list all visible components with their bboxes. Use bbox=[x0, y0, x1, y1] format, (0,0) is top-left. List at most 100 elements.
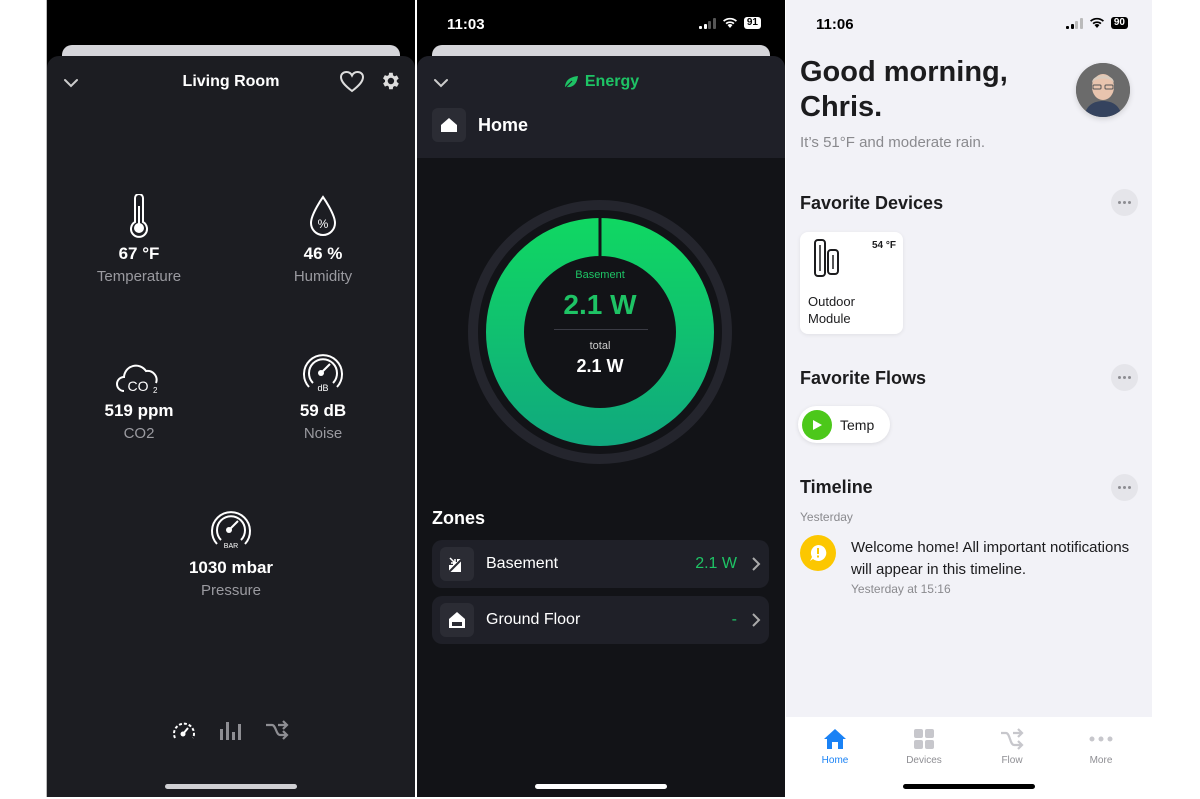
wifi-icon bbox=[722, 17, 737, 28]
sensor-value: 67 °F bbox=[118, 244, 160, 263]
favorite-devices-more-button[interactable] bbox=[1111, 189, 1138, 216]
sensor-label: CO2 bbox=[123, 425, 155, 442]
noise-gauge-icon: dB bbox=[303, 354, 343, 393]
home-icon bbox=[824, 729, 846, 749]
donut-divider bbox=[554, 329, 648, 330]
humidity-drop-icon: % bbox=[309, 195, 337, 236]
zone-row-ground-floor[interactable]: Ground Floor - bbox=[432, 596, 769, 644]
home-label: Home bbox=[478, 114, 529, 135]
status-bar: 11:06 90 bbox=[786, 0, 1152, 44]
timeline-timestamp: Yesterday at 15:16 bbox=[851, 582, 951, 596]
timeline-title: Timeline bbox=[800, 477, 873, 497]
svg-text:2: 2 bbox=[153, 386, 158, 395]
pressure-gauge-icon: BAR bbox=[211, 511, 251, 550]
timeline-date: Yesterday bbox=[800, 510, 853, 524]
sensor-humidity[interactable]: % 46 % Humidity bbox=[243, 192, 403, 285]
energy-donut-chart: Basement 2.1 W total 2.1 W bbox=[467, 199, 733, 465]
battery-level: 91 bbox=[743, 17, 761, 29]
svg-text:dB: dB bbox=[317, 383, 328, 393]
donut-zone-label: Basement bbox=[575, 269, 625, 281]
stairs-down-icon bbox=[448, 555, 466, 573]
sensor-value: 1030 mbar bbox=[188, 558, 274, 577]
home-indicator bbox=[165, 784, 297, 789]
living-room-screen: Living Room 67 °F Temperature % 46 % Hum… bbox=[46, 0, 415, 797]
room-sheet: Living Room 67 °F Temperature % 46 % Hum… bbox=[47, 56, 415, 797]
device-card-outdoor-module[interactable]: 54 °F Outdoor Module bbox=[800, 232, 903, 334]
home-selector[interactable]: Home bbox=[432, 108, 528, 142]
chevron-right-icon bbox=[752, 557, 761, 571]
home-screen: 11:06 90 Good morning, Chris. It’s 51°F … bbox=[786, 0, 1152, 797]
house-icon bbox=[441, 118, 457, 132]
donut-zone-value: 2.1 W bbox=[563, 289, 637, 320]
zone-name: Basement bbox=[486, 555, 559, 572]
bar-chart-icon[interactable] bbox=[218, 719, 242, 741]
flow-icon bbox=[1001, 728, 1024, 750]
sensor-label: Humidity bbox=[293, 268, 353, 285]
tab-devices[interactable]: Devices bbox=[889, 727, 959, 766]
flow-name: Temp bbox=[840, 416, 875, 433]
settings-gear-icon[interactable] bbox=[379, 70, 401, 92]
sensor-value: 46 % bbox=[303, 244, 343, 263]
zone-name: Ground Floor bbox=[486, 611, 581, 628]
sensor-label: Temperature bbox=[96, 268, 182, 285]
home-indicator bbox=[903, 784, 1035, 789]
more-dots-icon bbox=[1089, 736, 1113, 742]
favorite-heart-icon[interactable] bbox=[339, 70, 365, 94]
donut-total-label: total bbox=[589, 340, 611, 352]
status-bar: 11:03 91 bbox=[417, 0, 785, 44]
sensor-value: 519 ppm bbox=[104, 401, 174, 420]
tab-flow[interactable]: Flow bbox=[977, 727, 1047, 766]
svg-text:BAR: BAR bbox=[224, 543, 238, 550]
weather-summary: It’s 51°F and moderate rain. bbox=[800, 134, 985, 151]
chevron-right-icon bbox=[752, 613, 761, 627]
zone-value: - bbox=[731, 611, 737, 628]
status-time: 11:03 bbox=[447, 16, 485, 33]
sensor-noise[interactable]: dB 59 dB Noise bbox=[243, 349, 403, 442]
flow-button-temp[interactable]: Temp bbox=[798, 406, 890, 443]
tab-label: More bbox=[1089, 755, 1113, 766]
home-indicator bbox=[535, 784, 667, 789]
timeline-message: Welcome home! All important notification… bbox=[851, 539, 1130, 578]
energy-screen: 11:03 91 Energy Home Basement 2.1 W tota… bbox=[417, 0, 785, 797]
sensor-pressure[interactable]: BAR 1030 mbar Pressure bbox=[151, 506, 311, 599]
favorite-devices-title: Favorite Devices bbox=[800, 193, 944, 213]
device-value: 54 °F bbox=[871, 240, 896, 251]
timeline-more-button[interactable] bbox=[1111, 474, 1138, 501]
zone-value: 2.1 W bbox=[695, 555, 737, 572]
favorite-flows-more-button[interactable] bbox=[1111, 364, 1138, 391]
co2-cloud-icon: CO 2 bbox=[116, 364, 158, 395]
user-avatar[interactable] bbox=[1076, 63, 1130, 117]
tab-bar: Home Devices Flow More bbox=[786, 717, 1152, 797]
signal-icon bbox=[1066, 17, 1083, 29]
sensor-label: Noise bbox=[303, 425, 343, 442]
shuffle-flow-icon[interactable] bbox=[264, 719, 290, 741]
sensor-temperature[interactable]: 67 °F Temperature bbox=[59, 192, 219, 285]
signal-icon bbox=[699, 17, 716, 29]
zones-title: Zones bbox=[432, 508, 486, 528]
greeting: Good morning, Chris. bbox=[800, 56, 1008, 123]
donut-total-value: 2.1 W bbox=[576, 356, 624, 376]
energy-title-text: Energy bbox=[584, 73, 640, 90]
sensor-co2[interactable]: CO 2 519 ppm CO2 bbox=[59, 349, 219, 442]
outdoor-module-icon bbox=[814, 239, 839, 277]
energy-header: Energy Home bbox=[417, 56, 785, 158]
zone-row-basement[interactable]: Basement 2.1 W bbox=[432, 540, 769, 588]
tab-label: Home bbox=[821, 755, 849, 766]
energy-title: Energy bbox=[417, 73, 785, 91]
svg-text:CO: CO bbox=[128, 378, 149, 394]
avatar-photo bbox=[1076, 63, 1130, 117]
sensor-value: 59 dB bbox=[299, 401, 347, 420]
notification-alert-icon bbox=[800, 535, 836, 571]
device-name: Outdoor Module bbox=[808, 294, 855, 326]
tab-home[interactable]: Home bbox=[800, 727, 870, 766]
room-view-switcher bbox=[47, 719, 415, 741]
tab-more[interactable]: More bbox=[1066, 727, 1136, 766]
status-time: 11:06 bbox=[816, 16, 854, 33]
wifi-icon bbox=[1089, 17, 1104, 28]
play-icon bbox=[813, 419, 822, 430]
leaf-icon bbox=[564, 76, 578, 89]
sensor-label: Pressure bbox=[200, 582, 262, 599]
energy-sheet: Energy Home Basement 2.1 W total 2.1 W Z… bbox=[417, 56, 785, 797]
gauge-icon[interactable] bbox=[172, 719, 196, 741]
battery-level: 90 bbox=[1110, 17, 1128, 29]
